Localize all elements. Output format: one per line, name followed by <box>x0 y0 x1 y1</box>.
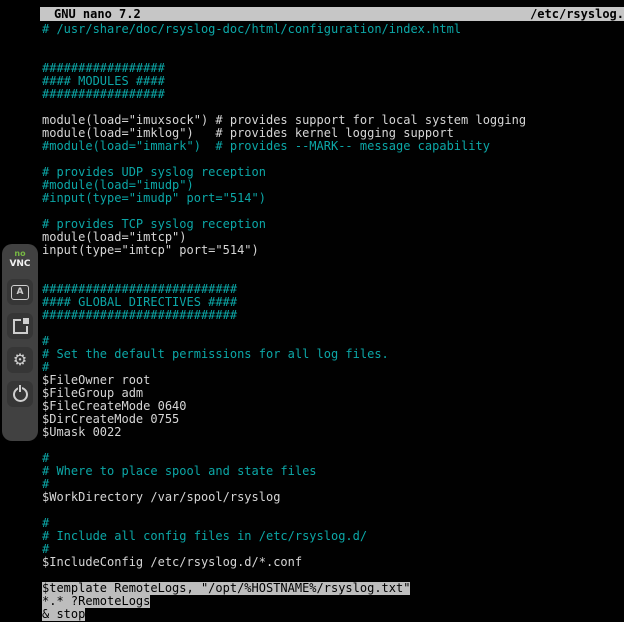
editor-line <box>42 257 624 270</box>
editor-line <box>42 36 624 49</box>
editor-line: input(type="imtcp" port="514") <box>42 244 624 257</box>
editor-line: $FileCreateMode 0640 <box>42 400 624 413</box>
editor-line: ########################### <box>42 283 624 296</box>
editor-line: # provides TCP syslog reception <box>42 218 624 231</box>
editor-line: #module(load="imudp") <box>42 179 624 192</box>
editor-line: # <box>42 361 624 374</box>
vnc-control-bar: no VNC A ⚙ <box>2 244 38 441</box>
editor-line: $FileGroup adm <box>42 387 624 400</box>
editor-line: #### GLOBAL DIRECTIVES #### <box>42 296 624 309</box>
power-button[interactable] <box>7 381 33 407</box>
editor-line: $FileOwner root <box>42 374 624 387</box>
editor-line: ################# <box>42 62 624 75</box>
editor-line: # Include all config files in /etc/rsysl… <box>42 530 624 543</box>
editor-line: module(load="imklog") # provides kernel … <box>42 127 624 140</box>
editor-line <box>42 569 624 582</box>
editor-line: #### MODULES #### <box>42 75 624 88</box>
editor-line: # Where to place spool and state files <box>42 465 624 478</box>
novnc-logo-text: VNC <box>9 259 30 269</box>
editor-line: $IncludeConfig /etc/rsyslog.d/*.conf <box>42 556 624 569</box>
settings-button[interactable]: ⚙ <box>7 347 33 373</box>
editor-line <box>42 270 624 283</box>
editor-line <box>42 439 624 452</box>
editor-line: #input(type="imudp" port="514") <box>42 192 624 205</box>
editor-line: ########################### <box>42 309 624 322</box>
editor-line: # <box>42 517 624 530</box>
editor-lines[interactable]: # /usr/share/doc/rsyslog-doc/html/config… <box>40 21 624 621</box>
gear-icon: ⚙ <box>13 352 27 368</box>
screen: no VNC A ⚙ GNU nano 7.2 /etc/rsyslog. # <box>0 0 624 622</box>
editor-line <box>42 101 624 114</box>
editor-line: # /usr/share/doc/rsyslog-doc/html/config… <box>42 23 624 36</box>
editor-line: # provides UDP syslog reception <box>42 166 624 179</box>
editor-line: # <box>42 478 624 491</box>
editor-line: # <box>42 543 624 556</box>
editor-line <box>42 504 624 517</box>
vnc-sidebar: no VNC A ⚙ <box>0 0 40 622</box>
editor-line <box>42 322 624 335</box>
keyboard-button[interactable]: A <box>7 279 33 305</box>
editor-line: $template RemoteLogs, "/opt/%HOSTNAME%/r… <box>42 582 624 595</box>
editor-line: $DirCreateMode 0755 <box>42 413 624 426</box>
editor-line <box>42 153 624 166</box>
novnc-logo-top: no <box>9 249 30 259</box>
editor-line: #module(load="immark") # provides --MARK… <box>42 140 624 153</box>
editor-line: $Umask 0022 <box>42 426 624 439</box>
editor-line: # <box>42 335 624 348</box>
fullscreen-button[interactable] <box>7 313 33 339</box>
nano-titlebar: GNU nano 7.2 /etc/rsyslog. <box>40 7 624 21</box>
editor-line: # <box>42 452 624 465</box>
nano-version: GNU nano 7.2 <box>40 7 141 21</box>
fullscreen-icon <box>13 319 28 334</box>
editor-line: # Set the default permissions for all lo… <box>42 348 624 361</box>
editor-line: module(load="imuxsock") # provides suppo… <box>42 114 624 127</box>
editor-line: module(load="imtcp") <box>42 231 624 244</box>
nano-filename: /etc/rsyslog. <box>530 7 624 21</box>
editor-line <box>42 49 624 62</box>
novnc-logo: no VNC <box>9 249 30 273</box>
terminal-window[interactable]: GNU nano 7.2 /etc/rsyslog. # /usr/share/… <box>40 0 624 622</box>
editor-line <box>42 205 624 218</box>
power-icon <box>13 387 28 402</box>
editor-line: ################# <box>42 88 624 101</box>
editor-line: *.* ?RemoteLogs <box>42 595 624 608</box>
keyboard-icon: A <box>11 285 29 300</box>
editor-line: & stop <box>42 608 624 621</box>
editor-line: $WorkDirectory /var/spool/rsyslog <box>42 491 624 504</box>
